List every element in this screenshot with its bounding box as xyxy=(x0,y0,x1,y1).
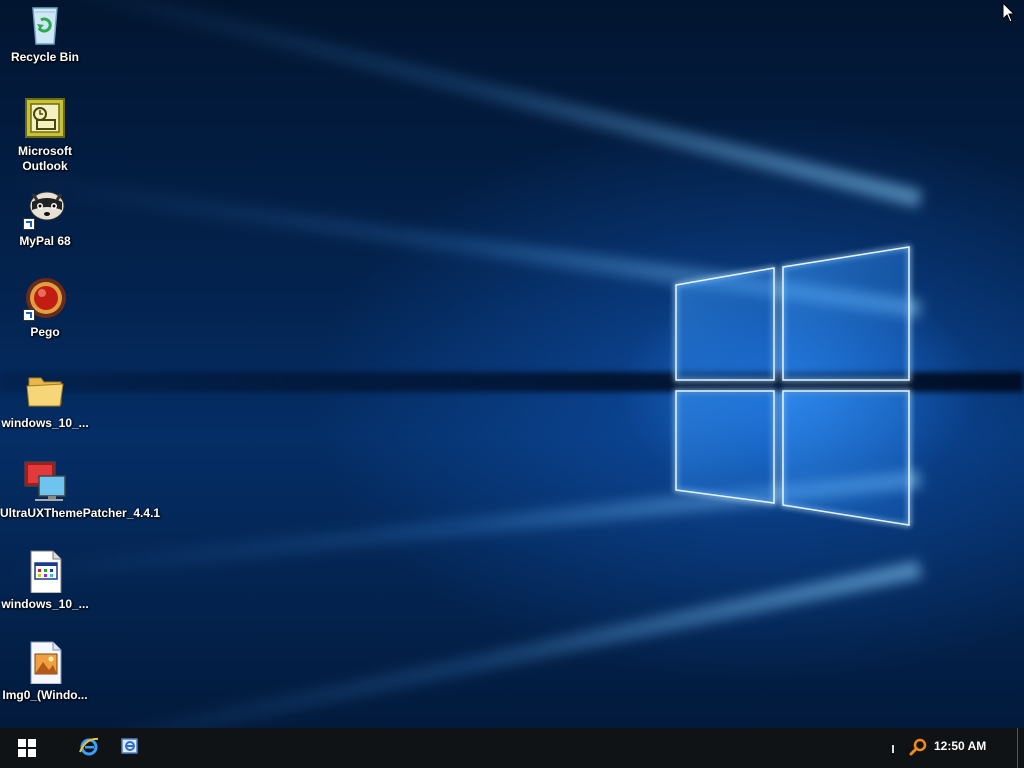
search-icon xyxy=(909,738,927,756)
app-window-icon xyxy=(121,738,138,754)
desktop-icon-label: windows_10_... xyxy=(1,416,89,430)
desktop-icon-label: Recycle Bin xyxy=(10,50,80,64)
recycle-bin-icon xyxy=(23,2,67,46)
monitor-icon xyxy=(23,458,67,502)
show-desktop-button[interactable] xyxy=(1017,728,1024,768)
taskbar-app-internet-explorer[interactable] xyxy=(78,736,102,760)
desktop-icon-windows-10-file[interactable]: windows_10_... xyxy=(0,549,90,612)
desktop-icon-label: Pego xyxy=(30,325,60,339)
desktop-icon-img0-file[interactable]: Img0_(Windo... xyxy=(0,640,90,703)
start-button[interactable] xyxy=(8,728,46,768)
windows-logo-icon xyxy=(18,739,36,757)
desktop-icon-label: windows_10_... xyxy=(1,597,89,611)
shortcut-arrow-icon xyxy=(23,218,35,230)
desktop-icon-recycle-bin[interactable]: Recycle Bin xyxy=(0,2,90,65)
desktop-icon-windows-10-folder[interactable]: windows_10_... xyxy=(0,368,90,431)
desktop-icon-mypal-68[interactable]: MyPal 68 xyxy=(0,186,90,249)
desktop-icon-label: UltraUXThemePatcher_4.4.1 xyxy=(0,506,161,520)
desktop[interactable]: Recycle Bin Microsoft Outlook MyPal 68 P… xyxy=(0,0,1024,728)
taskbar-clock[interactable]: 12:50 AM xyxy=(934,739,986,753)
wallpaper-windows-logo xyxy=(674,245,911,527)
image-file-icon xyxy=(23,640,67,685)
desktop-icon-label: Microsoft Outlook xyxy=(18,144,72,173)
folder-icon xyxy=(23,368,67,412)
desktop-icon-label: Img0_(Windo... xyxy=(2,688,88,702)
mypal-raccoon-icon xyxy=(23,186,67,230)
desktop-icon-label: MyPal 68 xyxy=(19,234,71,248)
internet-explorer-icon xyxy=(79,737,99,756)
shortcut-arrow-icon xyxy=(23,309,35,321)
taskbar: 12:50 AM xyxy=(0,728,1024,768)
tray-search-button[interactable] xyxy=(908,737,928,757)
outlook-icon xyxy=(23,96,67,140)
application-file-icon xyxy=(23,549,67,594)
desktop-icon-pego[interactable]: Pego xyxy=(0,277,90,340)
desktop-icon-microsoft-outlook[interactable]: Microsoft Outlook xyxy=(0,96,90,174)
pego-icon xyxy=(23,277,67,321)
taskbar-app-pinned[interactable] xyxy=(120,736,144,760)
desktop-icon-ultrauxthemepatcher[interactable]: UltraUXThemePatcher_4.4.1 xyxy=(0,458,161,521)
mouse-cursor-icon xyxy=(1002,2,1016,23)
tray-overflow-indicator[interactable] xyxy=(892,745,894,753)
